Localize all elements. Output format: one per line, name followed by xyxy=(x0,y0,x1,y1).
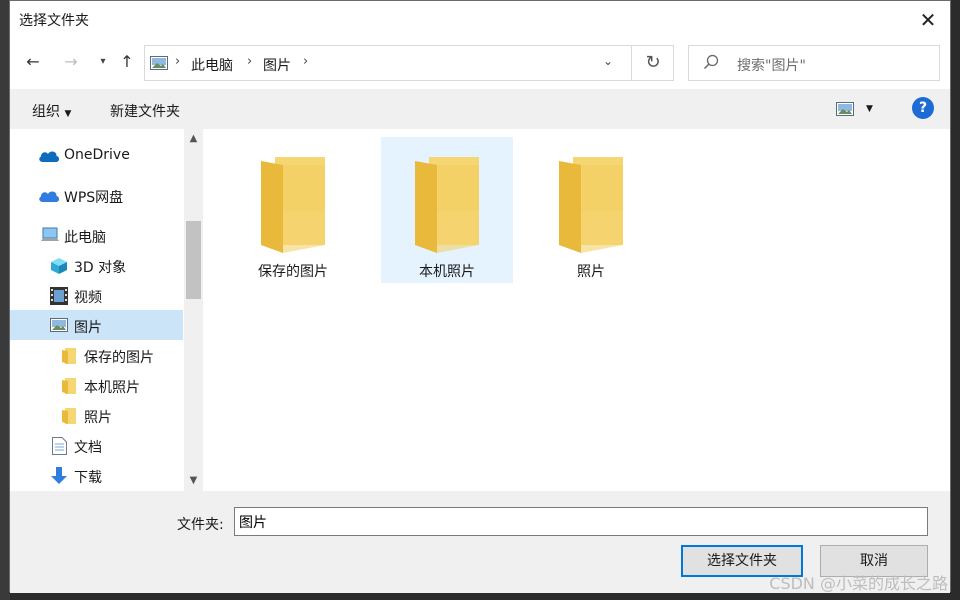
view-options-icon[interactable] xyxy=(836,102,854,120)
back-arrow-icon[interactable]: ← xyxy=(22,51,44,73)
tree-item-label: OneDrive xyxy=(64,147,130,163)
breadcrumb-chevron-icon[interactable]: › xyxy=(247,54,252,69)
cloud-icon xyxy=(38,149,60,167)
folder-icon xyxy=(62,408,76,428)
search-icon xyxy=(703,54,719,74)
tree-item-pictures[interactable]: 图片 xyxy=(10,310,183,340)
scrollbar-thumb[interactable] xyxy=(186,221,201,299)
download-icon xyxy=(50,467,68,489)
folder-name: 本机照片 xyxy=(419,264,475,280)
breadcrumb-chevron-icon[interactable]: › xyxy=(175,54,180,69)
folder-icon xyxy=(62,348,76,368)
folder-tile-photos[interactable]: 照片 xyxy=(525,137,657,283)
navigation-pane-scrollbar[interactable]: ▲ ▼ xyxy=(184,129,203,491)
folder-tile-saved-pictures[interactable]: 保存的图片 xyxy=(227,137,359,283)
tree-item-label: 图片 xyxy=(74,320,102,336)
tree-item-saved-pictures[interactable]: 保存的图片 xyxy=(10,340,183,370)
breadcrumb-pictures[interactable]: 图片 xyxy=(263,55,291,75)
search-placeholder: 搜索"图片" xyxy=(737,58,806,74)
command-bar: 组织 ▼ 新建文件夹 ▼ ? xyxy=(10,89,950,129)
folder-tile-local-photos[interactable]: 本机照片 xyxy=(381,137,513,283)
folder-view: 保存的图片 本机照片 照片 xyxy=(203,129,950,491)
tree-item-documents[interactable]: 文档 xyxy=(10,430,183,460)
tree-item-3d-objects[interactable]: 3D 对象 xyxy=(10,250,183,280)
navigation-pane: OneDrive WPS网盘 此电脑 3D 对象 视频 图片 保存的图片 本机照… xyxy=(10,129,203,491)
title-bar: 选择文件夹 ✕ xyxy=(10,1,950,39)
address-dropdown-icon[interactable]: ⌄ xyxy=(603,54,613,68)
tree-item-label: 保存的图片 xyxy=(84,350,154,366)
tree-item-label: 本机照片 xyxy=(84,380,140,396)
organize-menu[interactable]: 组织 ▼ xyxy=(32,101,71,121)
scroll-up-arrow-icon[interactable]: ▲ xyxy=(184,129,203,149)
tree-item-downloads[interactable]: 下载 xyxy=(10,460,183,490)
picture-icon xyxy=(50,318,68,336)
large-folder-icon xyxy=(261,151,331,259)
tree-item-wps-cloud[interactable]: WPS网盘 xyxy=(10,180,183,210)
tree-item-label: WPS网盘 xyxy=(64,190,124,206)
document-icon xyxy=(52,437,67,459)
refresh-icon[interactable]: ↻ xyxy=(631,45,674,81)
tree-item-this-pc[interactable]: 此电脑 xyxy=(10,220,183,250)
tree-item-label: 下载 xyxy=(74,470,102,486)
watermark: CSDN @小菜的成长之路 xyxy=(769,574,948,593)
tree-item-videos[interactable]: 视频 xyxy=(10,280,183,310)
search-box[interactable]: 搜索"图片" xyxy=(688,45,940,81)
scroll-down-arrow-icon[interactable]: ▼ xyxy=(184,471,203,491)
close-icon[interactable]: ✕ xyxy=(914,7,942,33)
folder-name: 照片 xyxy=(577,264,605,280)
navigation-bar: ← → ▾ ↑ › 此电脑 › 图片 › ⌄ ↻ 搜索"图片" xyxy=(10,41,950,85)
large-folder-icon xyxy=(415,151,485,259)
tree-item-label: 照片 xyxy=(84,410,112,426)
dialog-title: 选择文件夹 xyxy=(19,13,89,29)
select-folder-dialog: 选择文件夹 ✕ ← → ▾ ↑ › 此电脑 › 图片 › ⌄ ↻ 搜索"图片" … xyxy=(9,0,951,593)
tree-item-label: 3D 对象 xyxy=(74,260,127,276)
cube-icon xyxy=(50,257,68,279)
address-bar[interactable]: › 此电脑 › 图片 › ⌄ ↻ xyxy=(144,45,674,81)
recent-locations-chevron-icon[interactable]: ▾ xyxy=(92,51,114,73)
computer-icon xyxy=(40,227,60,247)
folder-name: 保存的图片 xyxy=(258,264,328,280)
picture-location-icon xyxy=(150,56,168,74)
chevron-down-icon: ▼ xyxy=(64,109,72,119)
new-folder-button[interactable]: 新建文件夹 xyxy=(110,101,180,121)
tree-item-photos[interactable]: 照片 xyxy=(10,400,183,430)
forward-arrow-icon[interactable]: → xyxy=(60,51,82,73)
tree-item-label: 此电脑 xyxy=(64,230,106,246)
film-icon xyxy=(50,287,68,309)
view-dropdown-icon[interactable]: ▼ xyxy=(866,104,873,114)
up-arrow-icon[interactable]: ↑ xyxy=(116,51,138,73)
help-icon[interactable]: ? xyxy=(912,97,934,119)
tree-item-label: 视频 xyxy=(74,290,102,306)
folder-icon xyxy=(62,378,76,398)
tree-item-onedrive[interactable]: OneDrive xyxy=(10,140,183,170)
breadcrumb-this-pc[interactable]: 此电脑 xyxy=(191,55,233,75)
tree-item-label: 文档 xyxy=(74,440,102,456)
cloud-icon xyxy=(38,189,60,207)
breadcrumb-chevron-icon[interactable]: › xyxy=(303,54,308,69)
tree-item-local-photos[interactable]: 本机照片 xyxy=(10,370,183,400)
large-folder-icon xyxy=(559,151,629,259)
folder-name-input[interactable] xyxy=(234,507,928,536)
folder-field-label: 文件夹: xyxy=(177,517,224,533)
